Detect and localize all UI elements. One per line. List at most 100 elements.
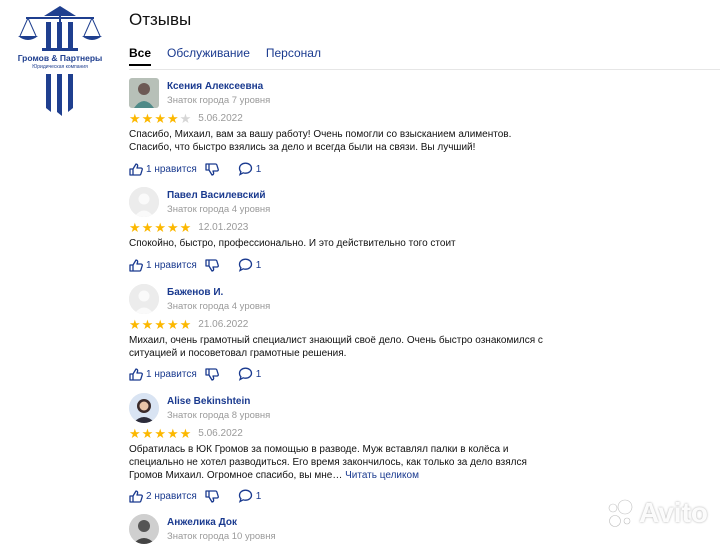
avatar[interactable] bbox=[129, 78, 159, 108]
star-filled-icon: ★ bbox=[129, 220, 141, 235]
star-filled-icon: ★ bbox=[154, 111, 166, 126]
avatar[interactable] bbox=[129, 393, 159, 423]
star-filled-icon: ★ bbox=[154, 317, 166, 332]
review-text: Михаил, очень грамотный специалист знающ… bbox=[129, 335, 543, 359]
review-author-level: Знаток города 4 уровня bbox=[167, 301, 271, 312]
thumbs-up-icon bbox=[129, 162, 143, 176]
like-count: 1 нравится bbox=[146, 163, 197, 175]
company-logo: Громов & Партнеры Юридическая компания bbox=[10, 4, 105, 116]
like-count: 1 нравится bbox=[146, 368, 197, 380]
review-rating: ★ ★ ★ ★ ★ 12.01.2023 bbox=[129, 221, 248, 234]
review-date: 5.06.2022 bbox=[198, 113, 243, 124]
thumbs-up-icon bbox=[129, 489, 143, 503]
review-rating: ★ ★ ★ ★ ★ 5.06.2022 bbox=[129, 427, 243, 440]
star-filled-icon: ★ bbox=[141, 220, 154, 235]
review-author[interactable]: Павел Василевский bbox=[167, 190, 266, 201]
review-rating: ★ ★ ★ ★ ★ 5.06.2022 bbox=[129, 112, 243, 125]
thumbs-down-icon bbox=[205, 489, 219, 503]
like-count: 2 нравится bbox=[146, 490, 197, 502]
thumbs-down-icon bbox=[205, 367, 219, 381]
user-placeholder-icon bbox=[129, 284, 159, 314]
review-text: Обратилась в ЮК Громов за помощью в разв… bbox=[129, 443, 529, 482]
review-actions: 1 нравится 1 bbox=[129, 258, 261, 272]
star-filled-icon: ★ bbox=[129, 426, 141, 441]
logo-company-subtitle: Юридическая компания bbox=[32, 64, 88, 70]
like-button[interactable]: 1 нравится bbox=[129, 258, 197, 272]
comments-button[interactable]: 1 bbox=[238, 367, 262, 381]
review-date: 21.06.2022 bbox=[198, 319, 249, 330]
star-filled-icon: ★ bbox=[166, 426, 179, 441]
star-filled-icon: ★ bbox=[141, 426, 154, 441]
page-title: Отзывы bbox=[129, 10, 192, 29]
read-more-link[interactable]: Читать целиком bbox=[345, 470, 419, 481]
avito-watermark-text: Avito bbox=[639, 497, 708, 528]
review-text: Спасибо, Михаил, вам за вашу работу! Оче… bbox=[129, 129, 512, 153]
star-filled-icon: ★ bbox=[154, 426, 166, 441]
star-filled-icon: ★ bbox=[129, 317, 141, 332]
star-filled-icon: ★ bbox=[166, 317, 179, 332]
comment-count: 1 bbox=[255, 368, 262, 380]
user-placeholder-icon bbox=[129, 187, 159, 217]
review-tabs: Все Обслуживание Персонал bbox=[129, 46, 337, 66]
comments-button[interactable]: 1 bbox=[238, 258, 262, 272]
dislike-button[interactable] bbox=[205, 258, 222, 272]
avito-watermark: Avito bbox=[605, 497, 708, 529]
avatar[interactable] bbox=[129, 187, 159, 217]
review-actions: 2 нравится 1 bbox=[129, 489, 261, 503]
comment-bubble-icon bbox=[238, 367, 252, 381]
avatar[interactable] bbox=[129, 514, 159, 544]
review-text-body: Обратилась в ЮК Громов за помощью в разв… bbox=[129, 444, 527, 481]
star-filled-icon: ★ bbox=[141, 111, 154, 126]
comment-count: 1 bbox=[255, 163, 262, 175]
star-filled-icon: ★ bbox=[166, 220, 179, 235]
comments-button[interactable]: 1 bbox=[238, 162, 262, 176]
user-photo-icon bbox=[129, 78, 159, 108]
user-photo-icon bbox=[129, 393, 159, 423]
dislike-button[interactable] bbox=[205, 162, 222, 176]
comment-count: 1 bbox=[255, 259, 262, 271]
avito-logo-icon bbox=[608, 499, 633, 527]
tab-staff[interactable]: Персонал bbox=[266, 46, 321, 66]
star-filled-icon: ★ bbox=[179, 426, 192, 441]
thumbs-down-icon bbox=[205, 162, 219, 176]
dislike-button[interactable] bbox=[205, 367, 222, 381]
avatar[interactable] bbox=[129, 284, 159, 314]
thumbs-up-icon bbox=[129, 258, 143, 272]
dislike-button[interactable] bbox=[205, 489, 222, 503]
like-button[interactable]: 1 нравится bbox=[129, 367, 197, 381]
star-filled-icon: ★ bbox=[179, 220, 192, 235]
thumbs-down-icon bbox=[205, 258, 219, 272]
tab-all[interactable]: Все bbox=[129, 46, 152, 66]
tabs-divider bbox=[129, 69, 720, 70]
comment-bubble-icon bbox=[238, 258, 252, 272]
tab-service[interactable]: Обслуживание bbox=[167, 46, 250, 66]
review-date: 5.06.2022 bbox=[198, 428, 243, 439]
review-author[interactable]: Анжелика Док bbox=[167, 517, 237, 528]
like-count: 1 нравится bbox=[146, 259, 197, 271]
review-text: Спокойно, быстро, профессионально. И это… bbox=[129, 238, 456, 249]
review-actions: 1 нравится 1 bbox=[129, 367, 261, 381]
review-rating: ★ ★ ★ ★ ★ 21.06.2022 bbox=[129, 318, 248, 331]
like-button[interactable]: 1 нравится bbox=[129, 162, 197, 176]
review-author-level: Знаток города 8 уровня bbox=[167, 410, 271, 421]
review-date: 12.01.2023 bbox=[198, 222, 249, 233]
star-empty-icon: ★ bbox=[179, 111, 192, 126]
thumbs-up-icon bbox=[129, 367, 143, 381]
like-button[interactable]: 2 нравится bbox=[129, 489, 197, 503]
review-author[interactable]: Alise Bekinshtein bbox=[167, 396, 250, 407]
star-filled-icon: ★ bbox=[179, 317, 192, 332]
review-author-level: Знаток города 7 уровня bbox=[167, 95, 271, 106]
user-photo-icon bbox=[129, 514, 159, 544]
comment-bubble-icon bbox=[238, 162, 252, 176]
comments-button[interactable]: 1 bbox=[238, 489, 262, 503]
review-author[interactable]: Ксения Алексеевна bbox=[167, 81, 263, 92]
review-actions: 1 нравится 1 bbox=[129, 162, 261, 176]
review-author-level: Знаток города 4 уровня bbox=[167, 204, 271, 215]
star-filled-icon: ★ bbox=[154, 220, 166, 235]
review-author[interactable]: Баженов И. bbox=[167, 287, 223, 298]
star-filled-icon: ★ bbox=[129, 111, 141, 126]
star-filled-icon: ★ bbox=[166, 111, 179, 126]
logo-company-name: Громов & Партнеры bbox=[17, 53, 103, 63]
star-filled-icon: ★ bbox=[141, 317, 154, 332]
comment-count: 1 bbox=[255, 490, 262, 502]
